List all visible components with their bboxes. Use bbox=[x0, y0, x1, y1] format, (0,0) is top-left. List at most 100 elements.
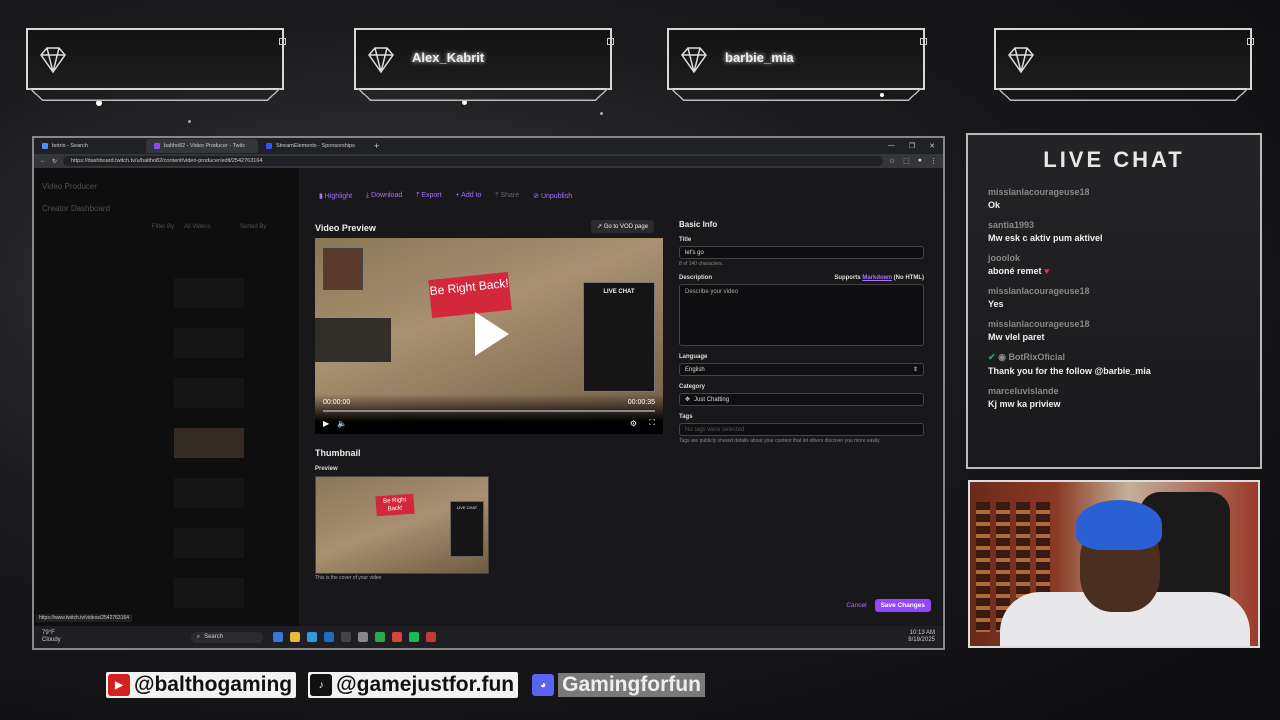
browser-tab-video-producer[interactable]: baltho82 - Video Producer - Twitc bbox=[146, 139, 258, 153]
maximize-icon[interactable]: ❐ bbox=[909, 142, 915, 150]
star-icon[interactable]: ☆ bbox=[889, 157, 895, 165]
add-to-button[interactable]: + Add to bbox=[456, 192, 482, 200]
heart-emote-icon: ♥ bbox=[1044, 266, 1050, 276]
diamond-icon bbox=[681, 47, 707, 74]
viewer-badge-3: barbie_mia bbox=[667, 28, 927, 90]
app-icon[interactable] bbox=[392, 632, 403, 642]
category-input[interactable]: ✥ Just Chatting bbox=[679, 393, 924, 406]
video-player[interactable]: Be Right Back! LIVE CHAT 00:00:00 00:00:… bbox=[315, 238, 663, 434]
weather-widget[interactable]: 79°F Cloudy bbox=[34, 630, 61, 644]
chat-message: jooolok aboné remet ♥ bbox=[988, 253, 1050, 276]
fullscreen-icon[interactable]: ⛶ bbox=[649, 418, 655, 428]
video-row bbox=[174, 278, 244, 308]
all-videos-label: All Videos bbox=[184, 224, 211, 230]
app-icon[interactable] bbox=[273, 632, 284, 642]
tiktok-handle: ♪ @gamejustfor.fun bbox=[308, 672, 519, 698]
browser-tab-search[interactable]: botrix - Search bbox=[34, 139, 146, 153]
video-row bbox=[174, 328, 244, 358]
url-input[interactable]: https://dashboard.twitch.tv/u/baltho82/c… bbox=[63, 156, 883, 166]
taskbar-apps bbox=[273, 632, 437, 642]
highlight-button[interactable]: ▮ Highlight bbox=[319, 192, 352, 200]
title-hint: 8 of 140 characters. bbox=[679, 261, 724, 267]
browser-window: botrix - Search baltho82 - Video Produce… bbox=[32, 136, 945, 650]
app-icon[interactable] bbox=[341, 632, 352, 642]
thumbnail-preview[interactable]: Be Right Back! LIVE CHAT bbox=[315, 476, 489, 574]
description-label: Description Supports Markdown (No HTML) bbox=[679, 275, 924, 281]
diamond-icon bbox=[368, 47, 394, 74]
menu-icon[interactable]: ⋮ bbox=[930, 157, 937, 165]
new-tab-button[interactable]: + bbox=[370, 141, 379, 151]
time-current: 00:00:00 bbox=[323, 399, 351, 406]
close-icon[interactable]: ✕ bbox=[929, 142, 935, 150]
play-icon[interactable] bbox=[475, 312, 509, 356]
download-button[interactable]: ⤓ Download bbox=[366, 192, 402, 200]
share-button[interactable]: ⤒ Share bbox=[495, 192, 519, 200]
webcam-feed bbox=[968, 480, 1260, 648]
app-icon[interactable] bbox=[409, 632, 420, 642]
creator-sidebar-dimmed: Video Producer Creator Dashboard Filter … bbox=[34, 168, 299, 648]
title-input[interactable]: let's go bbox=[679, 246, 924, 259]
video-preview-heading: Video Preview bbox=[315, 223, 376, 233]
discord-icon: ◕ bbox=[532, 674, 555, 696]
sidebar-title: Video Producer bbox=[42, 182, 97, 191]
chat-message: misslanlacourageuse18 Yes bbox=[988, 286, 1090, 309]
sort-label: Sorted By bbox=[240, 224, 267, 230]
app-icon[interactable] bbox=[358, 632, 369, 642]
tags-label: Tags bbox=[679, 414, 693, 420]
basic-info-heading: Basic Info bbox=[679, 220, 718, 229]
diamond-icon bbox=[40, 47, 66, 74]
unpublish-button[interactable]: ⊘ Unpublish bbox=[533, 192, 572, 200]
viewer-badge-4 bbox=[994, 28, 1254, 90]
browser-tab-streamelements[interactable]: StreamElements - Sponsorships bbox=[258, 139, 370, 153]
social-links: ▶ @balthogaming ♪ @gamejustfor.fun ◕ Gam… bbox=[106, 672, 709, 698]
back-icon[interactable]: ← bbox=[40, 158, 46, 164]
description-textarea[interactable]: Describe your video bbox=[679, 284, 924, 346]
tab-bar: botrix - Search baltho82 - Video Produce… bbox=[34, 138, 943, 154]
extensions-icon[interactable]: ⬚ bbox=[903, 157, 910, 165]
time-total: 00:00:35 bbox=[627, 399, 655, 406]
reload-icon[interactable]: ↻ bbox=[52, 158, 57, 165]
title-label: Title bbox=[679, 237, 692, 243]
app-icon[interactable] bbox=[290, 632, 301, 642]
video-row bbox=[174, 478, 244, 508]
stream-cam-thumbnail bbox=[323, 248, 363, 290]
chat-message: misslanlacourageuse18 Ok bbox=[988, 187, 1090, 210]
verified-badge-icon: ✔ bbox=[988, 352, 996, 362]
app-icon[interactable] bbox=[375, 632, 386, 642]
seek-bar[interactable] bbox=[323, 410, 655, 412]
app-icon[interactable] bbox=[426, 632, 437, 642]
settings-icon[interactable]: ⚙ bbox=[630, 419, 637, 428]
windows-taskbar: 79°F Cloudy ⌕ Search 10:13 AM 8/18/2025 bbox=[34, 626, 943, 648]
tiktok-icon: ♪ bbox=[310, 674, 333, 696]
app-icon[interactable] bbox=[307, 632, 318, 642]
viewer-badge-2: Alex_Kabrit bbox=[354, 28, 614, 90]
filter-label: Filter By bbox=[152, 224, 175, 230]
markdown-link[interactable]: Markdown bbox=[862, 275, 892, 281]
language-select[interactable]: English ⇕ bbox=[679, 363, 924, 376]
minimize-icon[interactable]: — bbox=[888, 142, 895, 150]
cancel-button[interactable]: Cancel bbox=[846, 602, 866, 609]
video-row bbox=[174, 378, 244, 408]
youtube-handle: ▶ @balthogaming bbox=[106, 672, 297, 698]
action-bar: ▮ Highlight ⤓ Download ⤒ Export + Add to… bbox=[319, 192, 572, 200]
save-changes-button[interactable]: Save Changes bbox=[874, 599, 931, 612]
go-to-vod-button[interactable]: ↗ Go to VOD page bbox=[591, 220, 655, 233]
app-icon[interactable] bbox=[324, 632, 335, 642]
play-small-icon[interactable]: ▶ bbox=[323, 419, 329, 428]
export-button[interactable]: ⤒ Export bbox=[416, 192, 441, 200]
profile-icon[interactable]: ● bbox=[918, 157, 922, 165]
player-controls bbox=[315, 394, 663, 434]
status-url: https://www.twitch.tv/videos/2542763164 bbox=[36, 614, 133, 622]
tags-input[interactable]: No tags were selected bbox=[679, 423, 924, 436]
taskbar-search[interactable]: ⌕ Search bbox=[190, 631, 264, 643]
chat-message: marceluvislande Kj mw ka priview bbox=[988, 386, 1061, 409]
discord-handle: ◕ Gamingforfun bbox=[530, 672, 709, 698]
language-label: Language bbox=[679, 354, 708, 360]
taskbar-clock[interactable]: 10:13 AM 8/18/2025 bbox=[908, 630, 943, 644]
select-arrows-icon: ⇕ bbox=[912, 367, 918, 373]
bot-icon: ◉ bbox=[998, 352, 1006, 362]
diamond-icon bbox=[1008, 47, 1034, 74]
category-icon: ✥ bbox=[685, 397, 691, 403]
search-icon: ⌕ bbox=[196, 633, 201, 640]
volume-icon[interactable]: 🔈 bbox=[337, 419, 347, 428]
